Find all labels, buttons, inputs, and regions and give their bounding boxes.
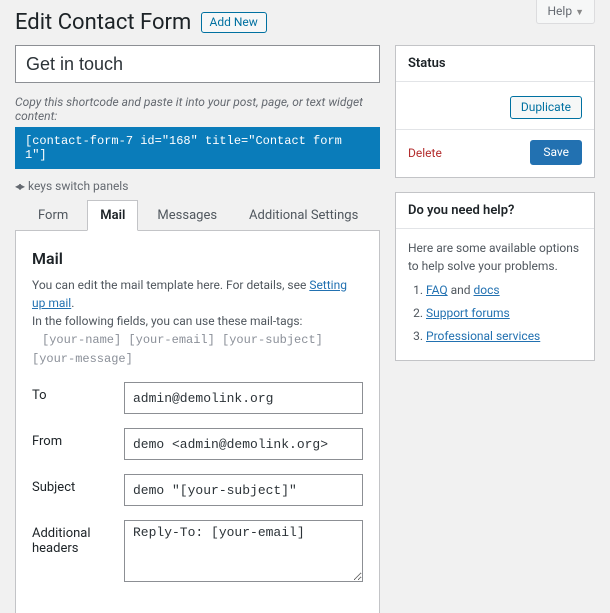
arrows-horizontal-icon: ◂▸ [15, 179, 23, 193]
tab-messages[interactable]: Messages [144, 200, 230, 231]
status-box: Status Duplicate Delete Save [395, 45, 595, 178]
page-title: Edit Contact Form [15, 10, 191, 35]
from-label: From [32, 428, 124, 449]
status-heading: Status [396, 46, 594, 82]
tab-mail[interactable]: Mail [87, 200, 138, 231]
docs-link[interactable]: docs [474, 283, 500, 297]
subject-input[interactable] [124, 474, 363, 506]
mail-desc: You can edit the mail template here. For… [32, 276, 363, 368]
shortcode-display[interactable]: [contact-form-7 id="168" title="Contact … [15, 127, 380, 169]
list-item: FAQ and docs [426, 281, 582, 299]
duplicate-button[interactable]: Duplicate [510, 96, 582, 119]
delete-link[interactable]: Delete [408, 146, 442, 160]
additional-headers-label: Additional headers [32, 520, 124, 556]
list-item: Professional services [426, 327, 582, 345]
shortcode-note: Copy this shortcode and paste it into yo… [15, 95, 380, 123]
help-heading: Do you need help? [396, 193, 594, 229]
mail-panel: Mail You can edit the mail template here… [15, 231, 380, 613]
help-tab[interactable]: Help▼ [536, 0, 595, 24]
help-box: Do you need help? Here are some availabl… [395, 192, 595, 361]
tab-additional-settings[interactable]: Additional Settings [236, 200, 371, 231]
subject-label: Subject [32, 474, 124, 495]
to-label: To [32, 382, 124, 403]
help-intro: Here are some available options to help … [408, 239, 582, 275]
support-forums-link[interactable]: Support forums [426, 306, 510, 320]
tab-form[interactable]: Form [25, 200, 81, 231]
form-title-input[interactable] [15, 45, 380, 83]
mail-heading: Mail [32, 249, 363, 268]
save-button[interactable]: Save [530, 140, 582, 165]
additional-headers-input[interactable] [124, 520, 363, 582]
chevron-down-icon: ▼ [575, 8, 584, 18]
from-input[interactable] [124, 428, 363, 460]
list-item: Support forums [426, 304, 582, 322]
panel-tabs: Form Mail Messages Additional Settings [15, 199, 380, 231]
keys-switch-hint: ◂▸ keys switch panels [15, 179, 380, 193]
help-tab-label: Help [547, 4, 572, 18]
help-list: FAQ and docs Support forums Professional… [408, 281, 582, 345]
professional-services-link[interactable]: Professional services [426, 329, 540, 343]
faq-link[interactable]: FAQ [426, 283, 448, 297]
add-new-button[interactable]: Add New [201, 12, 267, 33]
to-input[interactable] [124, 382, 363, 414]
mail-tags: [your-name] [your-email] [your-subject] … [32, 333, 323, 366]
